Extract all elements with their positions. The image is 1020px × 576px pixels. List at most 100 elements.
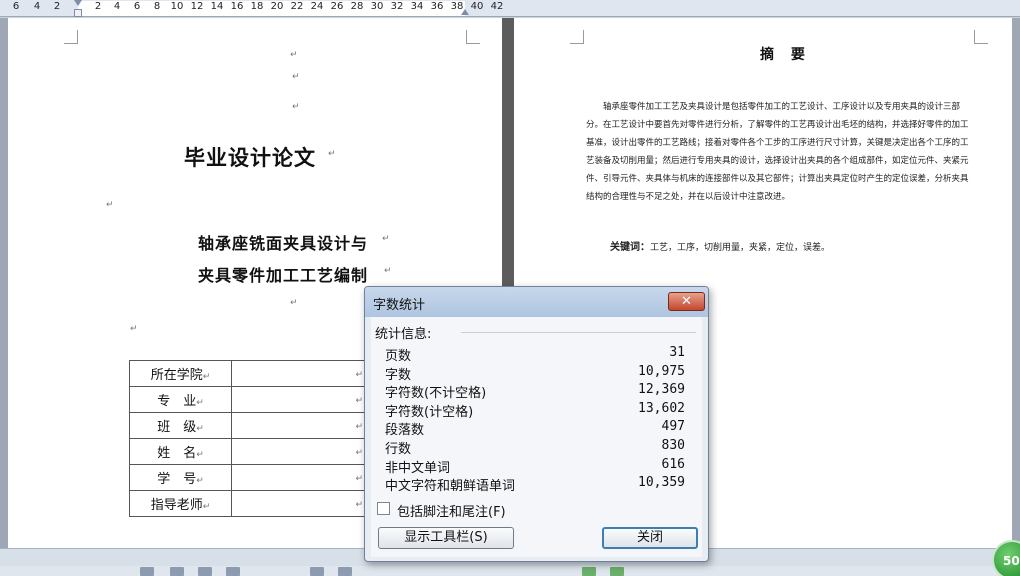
stat-label: 行数 — [385, 442, 412, 457]
ruler-number: 10 — [170, 1, 184, 12]
word-count-dialog: 字数统计 ✕ 统计信息: 页数 31 字数 10,975 字符数(不计空格) 12,369… — [364, 286, 709, 562]
toolbar-icon[interactable] — [140, 567, 154, 576]
toolbar-icon[interactable] — [226, 567, 240, 576]
abstract-keywords: 关键词：工艺，工序，切削用量，夹紧，定位，误差。 — [610, 238, 830, 253]
ruler-number: 30 — [370, 1, 384, 12]
paragraph-mark: ↵ — [382, 234, 390, 244]
paragraph-mark: ↵ — [196, 398, 204, 408]
ruler-number: 20 — [270, 1, 284, 12]
stat-value: 12,369 — [638, 382, 685, 398]
info-field-label: 学 号↵ — [129, 464, 232, 491]
toolbar-icon[interactable] — [310, 567, 324, 576]
info-field-label-text: 姓 名 — [157, 446, 197, 461]
info-field-label-text: 学 号 — [157, 472, 197, 487]
stat-row: 字数 10,975 — [385, 363, 685, 383]
info-table-row: 所在学院↵ ↵ — [129, 360, 372, 387]
stat-value: 10,359 — [638, 475, 685, 491]
student-info-table: 所在学院↵ ↵ 专 业↵ ↵ 班 级↵ ↵ 姓 名↵ ↵ 学 号↵ ↵ 指导老师↵ ↵ — [129, 360, 372, 517]
right-indent-marker[interactable] — [461, 9, 469, 15]
keywords-label: 关键词： — [610, 242, 650, 253]
section-divider — [461, 332, 696, 333]
info-table-row: 指导老师↵ ↵ — [129, 490, 372, 517]
close-button[interactable]: 关闭 — [602, 527, 698, 549]
stat-label: 段落数 — [385, 423, 425, 439]
info-field-label-text: 专 业 — [157, 394, 197, 409]
ruler-number: 24 — [310, 1, 324, 12]
info-field-label-text: 班 级 — [157, 420, 197, 435]
stat-row: 字符数(不计空格) 12,369 — [385, 382, 685, 402]
info-table-row: 专 业↵ ↵ — [129, 386, 372, 413]
ruler-number: 6 — [133, 1, 141, 12]
paragraph-mark: ↵ — [355, 500, 363, 510]
ruler-number: 32 — [390, 1, 404, 12]
paragraph-mark: ↵ — [130, 324, 138, 334]
stat-row: 页数 31 — [385, 345, 685, 364]
dialog-title: 字数统计 — [373, 298, 426, 313]
info-field-value[interactable]: ↵ — [231, 438, 372, 465]
stat-label: 字数 — [385, 367, 412, 383]
left-indent-marker[interactable] — [74, 9, 82, 17]
info-table-row: 姓 名↵ ↵ — [129, 438, 372, 465]
info-field-label-text: 指导老师 — [150, 498, 203, 513]
info-field-label: 专 业↵ — [129, 386, 232, 413]
paragraph-mark: ↵ — [290, 298, 298, 308]
paragraph-mark: ↵ — [355, 422, 363, 432]
paragraph-mark: ↵ — [355, 370, 363, 380]
stat-row: 字符数(计空格) 13,602 — [385, 401, 685, 420]
info-table-row: 班 级↵ ↵ — [129, 412, 372, 439]
toolbar-icon[interactable] — [582, 567, 596, 576]
horizontal-ruler[interactable]: 6 4 2 2 4 6 8 10 12 14 16 18 20 22 24 26 28 30 32 34 36 38 40 4… — [0, 0, 1020, 17]
info-field-value[interactable]: ↵ — [231, 464, 372, 491]
paragraph-mark: ↵ — [202, 502, 211, 512]
ruler-number: 42 — [490, 1, 504, 12]
statistics-section-label: 统计信息: — [375, 327, 432, 342]
paragraph-mark: ↵ — [196, 476, 204, 486]
info-field-value[interactable]: ↵ — [231, 360, 372, 387]
stat-label: 字符数(不计空格) — [385, 386, 487, 402]
stat-value: 830 — [661, 438, 685, 453]
stat-row: 中文字符和朝鲜语单词 10,359 — [385, 475, 685, 494]
paragraph-mark: ↵ — [106, 200, 114, 210]
toolbar-icon[interactable] — [610, 567, 624, 576]
ruler-number: 4 — [113, 1, 121, 12]
ruler-number: 36 — [430, 1, 444, 12]
ruler-number: 2 — [53, 1, 61, 12]
show-toolbar-button[interactable]: 显示工具栏(S) — [378, 527, 514, 549]
info-field-value[interactable]: ↵ — [231, 412, 372, 439]
first-line-indent-marker[interactable] — [74, 0, 82, 6]
info-field-value[interactable]: ↵ — [231, 490, 372, 517]
abstract-body: 轴承座零件加工工艺及夹具设计是包括零件加工的工艺设计、工序设计以及专用夹具的设计… — [586, 102, 969, 202]
ruler-number: 22 — [290, 1, 304, 12]
stat-row: 行数 830 — [385, 438, 685, 457]
toolbar-icon[interactable] — [338, 567, 352, 576]
paragraph-mark: ↵ — [292, 102, 300, 112]
close-icon[interactable]: ✕ — [668, 292, 705, 311]
info-field-label: 姓 名↵ — [129, 438, 232, 465]
dialog-titlebar[interactable]: 字数统计 ✕ — [365, 287, 708, 317]
include-footnotes-checkbox[interactable] — [377, 502, 390, 515]
thesis-subtitle-line2: 夹具零件加工工艺编制 — [198, 266, 369, 285]
margin-corner-mark — [570, 30, 584, 44]
margin-corner-mark — [974, 30, 988, 44]
thesis-title: 毕业设计论文 — [184, 146, 316, 170]
toolbar-icon[interactable] — [170, 567, 184, 576]
info-field-label: 所在学院↵ — [129, 360, 232, 387]
ruler-number: 26 — [330, 1, 344, 12]
stat-value: 497 — [661, 419, 685, 435]
stat-value: 10,975 — [638, 363, 685, 379]
paragraph-mark: ↵ — [196, 424, 204, 434]
paragraph-mark: ↵ — [202, 372, 211, 382]
paragraph-mark: ↵ — [328, 149, 336, 159]
paragraph-mark: ↵ — [196, 450, 204, 460]
stat-label: 字符数(计空格) — [385, 404, 474, 420]
include-footnotes-label[interactable]: 包括脚注和尾注(F) — [397, 501, 506, 520]
info-field-label: 班 级↵ — [129, 412, 232, 439]
paragraph-mark: ↵ — [292, 72, 300, 82]
stat-row: 段落数 497 — [385, 419, 685, 439]
dialog-body: 统计信息: 页数 31 字数 10,975 字符数(不计空格) 12,369 字符数(计空格… — [371, 317, 702, 557]
margin-corner-mark — [466, 30, 480, 44]
info-field-label: 指导老师↵ — [129, 490, 232, 517]
toolbar-icon[interactable] — [198, 567, 212, 576]
info-field-value[interactable]: ↵ — [231, 386, 372, 413]
abstract-title: 摘 要 — [760, 47, 811, 63]
